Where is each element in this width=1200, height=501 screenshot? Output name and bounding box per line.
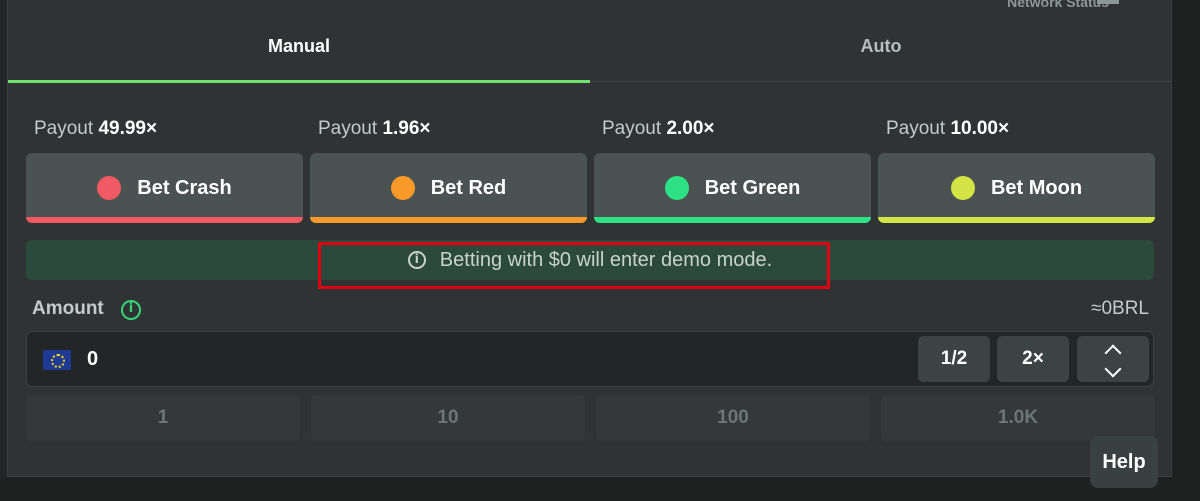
bet-green-button[interactable]: Bet Green xyxy=(594,153,871,223)
tab-auto[interactable]: Auto xyxy=(590,10,1172,82)
amount-info-icon[interactable] xyxy=(121,300,141,320)
crash-dot-icon xyxy=(97,176,122,200)
payout-value: 10.00× xyxy=(950,118,1010,139)
payout-value: 2.00× xyxy=(666,118,715,139)
payout-value: 49.99× xyxy=(98,118,158,139)
payout-green: Payout 2.00× xyxy=(602,118,715,140)
payout-label: Payout xyxy=(886,118,946,139)
payout-value: 1.96× xyxy=(382,118,431,139)
amount-field[interactable]: 0 1/2 2× xyxy=(26,331,1154,387)
right-edge xyxy=(1170,0,1200,501)
bet-red-label: Bet Red xyxy=(430,176,507,199)
bet-crash-button[interactable]: Bet Crash xyxy=(26,153,303,223)
network-bars-icon xyxy=(1097,0,1119,4)
amount-stepper[interactable] xyxy=(1077,336,1149,382)
crash-color-bar xyxy=(26,217,303,223)
quick-amount-100[interactable]: 100 xyxy=(596,395,870,441)
half-button[interactable]: 1/2 xyxy=(918,336,990,382)
amount-label: Amount xyxy=(32,298,104,319)
payout-moon: Payout 10.00× xyxy=(886,118,1009,140)
bet-panel: Network Status Manual Auto Payout 49.99×… xyxy=(7,0,1172,477)
help-button[interactable]: Help xyxy=(1090,436,1158,488)
quick-amount-1k[interactable]: 1.0K xyxy=(881,395,1155,441)
moon-dot-icon xyxy=(950,176,975,200)
bet-moon-label: Bet Moon xyxy=(990,176,1083,199)
bet-moon-button[interactable]: Bet Moon xyxy=(878,153,1155,223)
amount-conversion: ≈0BRL xyxy=(1091,298,1149,319)
tab-active-underline xyxy=(8,80,590,83)
double-button[interactable]: 2× xyxy=(997,336,1069,382)
chevron-up-icon[interactable] xyxy=(1104,344,1122,362)
payout-label: Payout xyxy=(34,118,94,139)
green-dot-icon xyxy=(664,176,689,200)
red-dot-icon xyxy=(390,176,415,200)
payout-red: Payout 1.96× xyxy=(318,118,431,140)
amount-value[interactable]: 0 xyxy=(87,348,98,371)
tab-manual[interactable]: Manual xyxy=(8,10,590,82)
payout-crash: Payout 49.99× xyxy=(34,118,157,140)
bet-red-button[interactable]: Bet Red xyxy=(310,153,587,223)
payout-label: Payout xyxy=(318,118,378,139)
chevron-down-icon[interactable] xyxy=(1104,360,1122,378)
network-status: Network Status xyxy=(1007,0,1109,10)
highlight-box xyxy=(318,242,830,289)
payout-label: Payout xyxy=(602,118,662,139)
bet-crash-label: Bet Crash xyxy=(137,176,232,199)
quick-amount-10[interactable]: 10 xyxy=(311,395,585,441)
quick-amount-1[interactable]: 1 xyxy=(26,395,300,441)
eu-flag-icon xyxy=(43,350,71,370)
bet-green-label: Bet Green xyxy=(704,176,801,199)
red-color-bar xyxy=(310,217,587,223)
tabs: Manual Auto xyxy=(8,10,1172,83)
moon-color-bar xyxy=(878,217,1155,223)
bottom-bar xyxy=(0,477,1200,501)
green-color-bar xyxy=(594,217,871,223)
tab-divider xyxy=(590,81,1171,82)
